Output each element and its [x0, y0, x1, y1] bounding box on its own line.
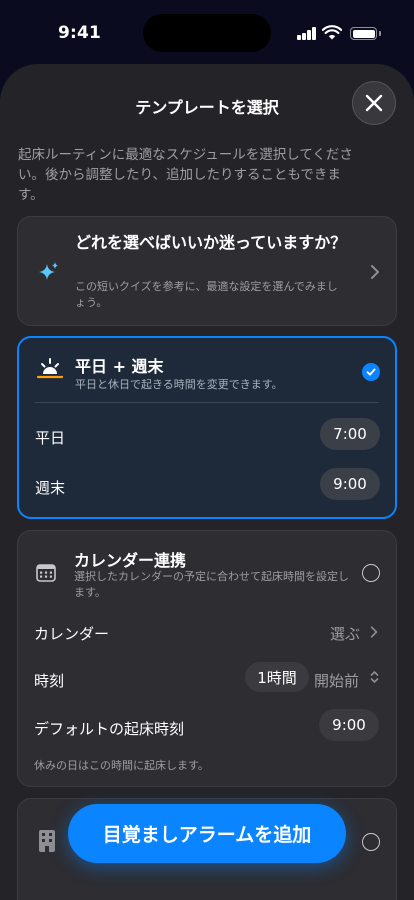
building-icon [39, 830, 55, 852]
status-bar: 9:41 [0, 0, 414, 60]
dynamic-island [143, 14, 271, 52]
close-button[interactable] [352, 81, 396, 125]
calendar-choose-link[interactable]: 選ぶ [330, 623, 360, 644]
weekday-label: 平日 [35, 429, 66, 447]
chevron-right-icon [370, 626, 378, 638]
wifi-icon [322, 25, 342, 40]
selected-check [362, 363, 380, 381]
signal-icon [297, 27, 317, 40]
intro-text: 起床ルーティンに最適なスケジュールを選択してください。後から調整したり、追加した… [18, 147, 353, 203]
battery-icon [350, 27, 377, 40]
quiz-card[interactable]: どれを選べばいいか迷っていますか？ この短いクイズを参考に、最適な設定を選んでみ… [17, 216, 397, 326]
weekday-weekend-description: 平日と休日で起きる時間を変更できます。 [75, 378, 283, 391]
quiz-title: どれを選べばいいか迷っていますか？ [75, 233, 347, 252]
calendar-title: カレンダー連携 [74, 551, 187, 570]
status-time: 9:41 [58, 23, 102, 43]
calendar-card[interactable]: カレンダー連携 選択したカレンダーの予定に合わせて起床時間を設定します。 カレン… [17, 530, 397, 787]
weekday-time-button[interactable]: 7:00 [320, 418, 380, 450]
chevron-updown-icon [370, 671, 379, 683]
add-alarm-button[interactable]: 目覚ましアラームを追加 [68, 804, 346, 863]
relation-picker[interactable]: 開始前 [314, 670, 359, 691]
offset-button[interactable]: 1時間 [245, 662, 309, 692]
default-time-button[interactable]: 9:00 [319, 709, 379, 741]
default-time-note: 休みの日はこの時間に起床します。 [34, 759, 209, 772]
card-divider [35, 402, 379, 403]
weekend-label: 週末 [35, 479, 66, 497]
calendar-radio[interactable] [362, 564, 380, 582]
chevron-right-icon [371, 265, 379, 279]
calendar-icon [36, 564, 56, 582]
sparkle-icon [39, 262, 58, 280]
template-sheet: テンプレートを選択 起床ルーティンに最適なスケジュールを選択してください。後から… [0, 64, 414, 900]
weekday-weekend-card[interactable]: 平日 + 週末 平日と休日で起きる時間を変更できます。 平日 7:00 週末 9… [17, 336, 397, 519]
time-row-label: 時刻 [34, 672, 65, 690]
battery-tip [379, 31, 381, 36]
close-icon [365, 94, 383, 112]
next-template-radio[interactable] [362, 833, 380, 851]
sunrise-icon [37, 358, 63, 379]
weekend-time-button[interactable]: 9:00 [320, 468, 380, 500]
calendar-row-label: カレンダー [34, 625, 110, 643]
default-time-label: デフォルトの起床時刻 [34, 720, 185, 738]
weekday-weekend-title: 平日 + 週末 [75, 357, 164, 376]
checkmark-icon [366, 368, 376, 376]
calendar-description: 選択したカレンダーの予定に合わせて起床時間を設定します。 [74, 570, 349, 599]
quiz-description: この短いクイズを参考に、最適な設定を選んでみましょう。 [75, 280, 338, 309]
